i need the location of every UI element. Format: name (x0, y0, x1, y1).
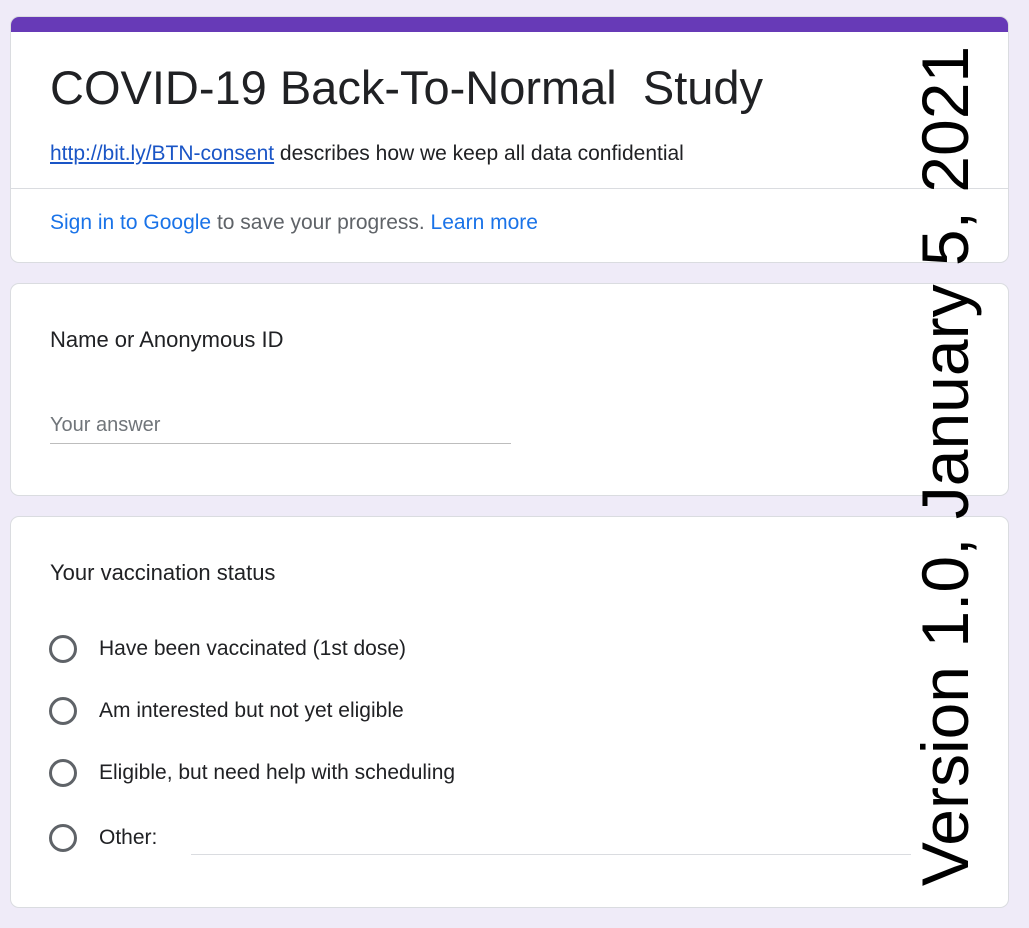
learn-more-link[interactable]: Learn more (431, 211, 538, 234)
question-card-vaccination: Your vaccination status Have been vaccin… (10, 516, 1009, 908)
radio-button[interactable] (49, 824, 77, 852)
vaccination-option-other[interactable]: Other: (49, 821, 157, 855)
radio-button[interactable] (49, 635, 77, 663)
question-card-name: Name or Anonymous ID (10, 283, 1009, 496)
signin-notice: Sign in to Google to save your progress.… (50, 210, 538, 236)
option-label: Have been vaccinated (1st dose) (99, 637, 407, 660)
form-title: COVID-19 Back-To-Normal Study (50, 61, 764, 114)
name-answer-input[interactable] (50, 408, 511, 444)
option-label: Eligible, but need help with scheduling (99, 761, 456, 784)
vaccination-option-need-help[interactable]: Eligible, but need help with scheduling (49, 756, 455, 790)
signin-text: to save your progress. (211, 211, 431, 234)
description-text: describes how we keep all data confident… (274, 142, 684, 165)
question-title: Name or Anonymous ID (50, 327, 284, 352)
version-stamp: Version 1.0, January 5, 2021 (908, 45, 982, 887)
radio-button[interactable] (49, 697, 77, 725)
form-header-card: COVID-19 Back-To-Normal Study http://bit… (10, 16, 1009, 263)
sign-in-link[interactable]: Sign in to Google (50, 211, 211, 234)
vaccination-option-vaccinated[interactable]: Have been vaccinated (1st dose) (49, 632, 406, 666)
consent-link[interactable]: http://bit.ly/BTN-consent (50, 142, 274, 165)
header-accent-bar (11, 17, 1008, 32)
option-label: Other: (99, 826, 158, 849)
radio-button[interactable] (49, 759, 77, 787)
vaccination-option-not-eligible[interactable]: Am interested but not yet eligible (49, 694, 404, 728)
option-label: Am interested but not yet eligible (99, 699, 404, 722)
header-divider (11, 188, 1008, 189)
other-answer-input[interactable] (191, 827, 911, 855)
question-title: Your vaccination status (50, 560, 276, 585)
form-description: http://bit.ly/BTN-consent describes how … (50, 141, 684, 167)
